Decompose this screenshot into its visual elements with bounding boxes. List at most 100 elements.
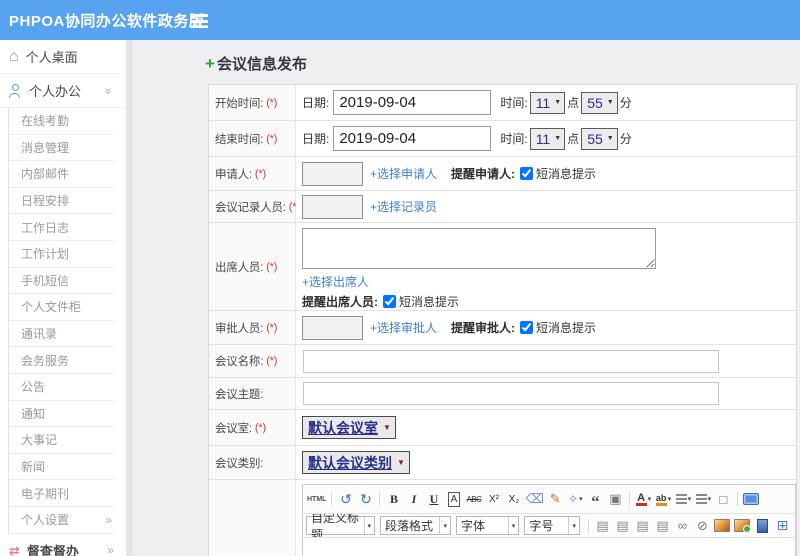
sidebar-item-office[interactable]: 个人办公 » <box>0 74 126 108</box>
meeting-room-select[interactable]: 默认会议室 ▼ <box>302 416 396 439</box>
choose-approver-link[interactable]: +选择审批人 <box>370 319 437 336</box>
required-marker: (*) <box>266 321 278 334</box>
sidebar-item-file-cabinet[interactable]: 个人文件柜 <box>9 294 114 321</box>
unordered-list-button[interactable]: ▾ <box>694 490 713 508</box>
select-arrow-icon: ▼ <box>383 423 391 432</box>
sidebar-item-events[interactable]: 大事记 <box>9 427 114 454</box>
align-justify-icon[interactable]: ▤ <box>653 517 672 535</box>
superscript-button[interactable]: X² <box>484 490 503 508</box>
attendees-textarea[interactable] <box>302 228 656 269</box>
upload-image-button[interactable] <box>733 517 752 535</box>
insert-media-button[interactable] <box>753 517 772 535</box>
recorder-input[interactable] <box>302 194 363 219</box>
paste-as-text-icon[interactable]: ▣ <box>606 490 625 508</box>
font-family-dropdown[interactable]: 字体 ▾ <box>456 516 520 535</box>
sidebar-item-announcement[interactable]: 公告 <box>9 374 114 401</box>
end-minute-select[interactable]: 55 ▼ <box>581 127 618 150</box>
align-center-icon[interactable]: ▤ <box>613 517 632 535</box>
fullscreen-button[interactable] <box>742 490 761 508</box>
choose-recorder-link[interactable]: +选择记录员 <box>370 198 437 215</box>
link-icon[interactable]: ∞ <box>673 517 692 535</box>
user-icon <box>9 83 22 98</box>
field-label: 审批人员: <box>215 322 264 335</box>
approver-input[interactable] <box>302 315 363 340</box>
strikethrough-button[interactable]: ABC <box>464 490 483 508</box>
align-left-icon[interactable]: ▤ <box>593 517 612 535</box>
editor-content-area[interactable] <box>303 538 795 556</box>
meeting-subject-input[interactable] <box>303 382 719 405</box>
form-row-attendees: 出席人员: (*) +选择出席人 提醒出席人员: 短消息提示 <box>209 223 796 311</box>
align-right-icon[interactable]: ▤ <box>633 517 652 535</box>
required-marker: (*) <box>266 132 278 145</box>
select-arrow-icon: ▼ <box>397 458 405 467</box>
format-brush-icon[interactable]: ✎ <box>546 490 565 508</box>
font-size-dropdown[interactable]: 字号 ▾ <box>524 516 580 535</box>
chevron-right-icon: » <box>105 512 112 527</box>
sidebar-item-personal-settings[interactable]: 个人设置 » <box>9 507 114 534</box>
insert-image-button[interactable] <box>713 517 732 535</box>
field-label: 出席人员: <box>215 261 264 274</box>
bold-button[interactable]: B <box>384 490 403 508</box>
sidebar-item-notice[interactable]: 通知 <box>9 401 114 428</box>
custom-title-dropdown[interactable]: 自定义标题 ▾ <box>306 514 376 537</box>
new-document-icon[interactable]: □ <box>714 490 733 508</box>
sidebar: ⌂ 个人桌面 个人办公 » 在线考勤 消息管理 内部邮件 日程安排 工作日志 工… <box>0 40 133 556</box>
required-marker: (*) <box>254 421 266 434</box>
form-row-meeting-name: 会议名称: (*) <box>209 345 796 378</box>
unlink-icon[interactable]: ⊘ <box>693 517 712 535</box>
approver-sms-checkbox[interactable] <box>520 321 534 334</box>
meeting-name-input[interactable] <box>303 349 719 373</box>
blockquote-button[interactable]: “ <box>586 487 605 511</box>
sidebar-item-meeting-service[interactable]: 会务服务 <box>9 347 114 374</box>
italic-button[interactable]: I <box>404 490 423 508</box>
ordered-list-button[interactable]: ▾ <box>674 490 693 508</box>
underline-button[interactable]: U <box>424 490 443 508</box>
start-date-input[interactable] <box>333 90 492 115</box>
sidebar-item-internal-mail[interactable]: 内部邮件 <box>9 161 114 188</box>
subscript-button[interactable]: X₂ <box>504 490 523 508</box>
choose-applicant-link[interactable]: +选择申请人 <box>370 165 437 182</box>
sidebar-item-supervision[interactable]: ⇄ 督查督办 » <box>0 534 126 556</box>
choose-attendees-link[interactable]: +选择出席人 <box>302 273 369 290</box>
sidebar-item-schedule[interactable]: 日程安排 <box>9 188 114 215</box>
auto-typeset-button[interactable]: ✧ ▾ <box>566 490 585 508</box>
meeting-category-select[interactable]: 默认会议类别 ▼ <box>302 451 410 474</box>
sms-label: 短消息提示 <box>399 295 460 309</box>
end-hour-select[interactable]: 11 ▼ <box>529 127 566 150</box>
html-source-button[interactable]: HTML <box>306 490 327 508</box>
sidebar-item-attendance[interactable]: 在线考勤 <box>9 108 114 135</box>
highlight-button[interactable]: ab ▾ <box>654 490 673 508</box>
hamburger-menu-icon[interactable] <box>191 14 208 28</box>
applicant-input[interactable] <box>302 161 363 186</box>
undo-icon[interactable]: ↺ <box>336 490 355 508</box>
chevron-right-icon: » <box>107 543 114 556</box>
font-border-button[interactable]: A <box>447 491 461 507</box>
applicant-sms-checkbox[interactable] <box>520 167 534 180</box>
date-label: 日期: <box>302 96 330 110</box>
sidebar-item-desktop[interactable]: ⌂ 个人桌面 <box>0 40 126 74</box>
sidebar-item-news[interactable]: 新闻 <box>9 454 114 481</box>
sidebar-item-messages[interactable]: 消息管理 <box>9 135 114 162</box>
home-icon: ⌂ <box>9 47 19 65</box>
sidebar-item-sms[interactable]: 手机短信 <box>9 268 114 295</box>
attendees-sms-checkbox[interactable] <box>383 295 396 308</box>
start-minute-select[interactable]: 55 ▼ <box>581 91 618 114</box>
insert-table-icon[interactable]: ⊞ <box>773 517 792 535</box>
sidebar-item-e-journal[interactable]: 电子期刊 <box>9 480 114 507</box>
redo-icon[interactable]: ↻ <box>356 490 375 508</box>
eraser-icon[interactable]: ⌫ <box>524 490 544 508</box>
paragraph-format-dropdown[interactable]: 段落格式 ▾ <box>380 516 451 535</box>
sidebar-item-work-plan[interactable]: 工作计划 <box>9 241 114 268</box>
end-date-input[interactable] <box>333 126 492 151</box>
sidebar-item-contacts[interactable]: 通讯录 <box>9 321 114 348</box>
sidebar-item-work-log[interactable]: 工作日志 <box>9 214 114 241</box>
start-hour-select[interactable]: 11 ▼ <box>529 91 566 114</box>
app-title: PHPOA协同办公软件政务版 <box>9 12 205 30</box>
minute-unit: 分 <box>619 132 632 146</box>
required-marker: (*) <box>266 260 278 273</box>
main-content: + 会议信息发布 开始时间:(*) 日期: 时间: 11▼ 点 55▼ <box>133 40 800 556</box>
required-marker: (*) <box>266 96 278 109</box>
required-marker: (*) <box>266 355 278 367</box>
required-marker: (*) <box>254 167 266 180</box>
font-color-button[interactable]: A ▾ <box>634 490 653 508</box>
